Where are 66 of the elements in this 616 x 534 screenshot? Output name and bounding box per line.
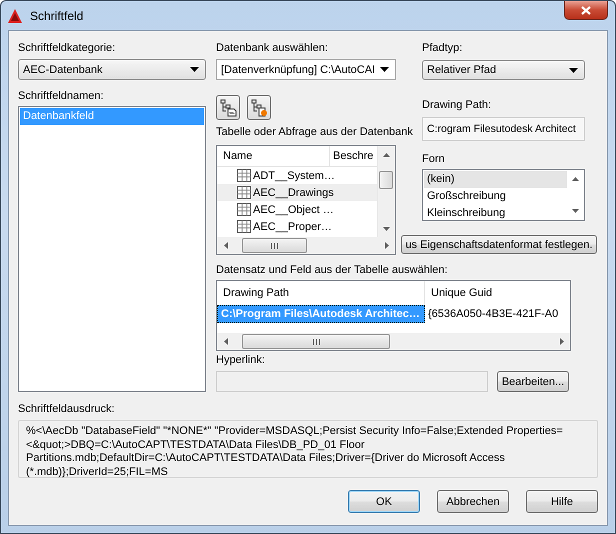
- dropdown[interactable]: [Datenverknüpfung] C:\AutoCAI: [216, 59, 396, 80]
- table[interactable]: Name Beschre ADT__System… AEC__Drawings AEC__Object … AEC__Proper…: [216, 145, 396, 255]
- caret-icon: [380, 67, 389, 72]
- field-label: Tabelle oder Abfrage aus der Datenbank: [216, 125, 413, 139]
- table-cell: AEC__Drawings: [253, 186, 334, 198]
- dropdown[interactable]: AEC-Datenbank: [18, 59, 206, 80]
- format-button[interactable]: us Eigenschaftsdatenformat festlegen.: [401, 235, 597, 254]
- left-arrow-icon: [224, 338, 228, 345]
- window-title: Schriftfeld: [30, 8, 84, 22]
- right-arrow-icon: [384, 242, 388, 249]
- table-row[interactable]: AEC__Drawings: [217, 184, 377, 201]
- field-label: Datenbank auswählen:: [216, 41, 328, 55]
- scrollbar[interactable]: [217, 333, 570, 350]
- scroll-thumb[interactable]: [242, 334, 390, 349]
- list-item[interactable]: (kein): [424, 171, 567, 188]
- column-header[interactable]: Name: [217, 146, 330, 166]
- tree-folder-icon: [219, 98, 237, 116]
- scroll-thumb[interactable]: [242, 238, 307, 253]
- field-label: Hyperlink:: [216, 353, 265, 367]
- scrollbar[interactable]: [377, 146, 395, 237]
- up-arrow-icon: [572, 177, 579, 181]
- table-row[interactable]: AEC__Object …: [217, 201, 377, 218]
- field-label: Datensatz und Feld aus der Tabelle auswählen:: [216, 263, 448, 277]
- down-arrow-icon: [572, 209, 579, 213]
- down-arrow-icon: [383, 226, 390, 230]
- table-cell: AEC__Object …: [253, 204, 334, 216]
- table-row[interactable]: AEC__Proper…: [217, 218, 377, 235]
- toolbar-button[interactable]: [216, 95, 240, 120]
- dialog-button[interactable]: Hilfe: [526, 490, 598, 513]
- column-header[interactable]: Unique Guid: [425, 281, 492, 305]
- field-label: Forn: [422, 152, 445, 166]
- field-label: Pfadtyp:: [422, 41, 462, 55]
- caret-icon: [190, 67, 199, 72]
- dropdown[interactable]: Relativer Pfad: [422, 60, 585, 80]
- scrollbar[interactable]: [217, 237, 395, 254]
- table-cell: AEC__Proper…: [253, 220, 332, 232]
- column-header[interactable]: Beschre: [330, 146, 377, 166]
- field-label: Schriftfeldausdruck:: [18, 402, 115, 416]
- left-arrow-icon: [224, 242, 228, 249]
- toolbar-button[interactable]: [247, 95, 271, 120]
- right-arrow-icon: [560, 338, 564, 345]
- table-icon: [237, 220, 251, 233]
- tree-document-star-icon: [250, 98, 268, 116]
- list-item[interactable]: Großschreibung: [424, 188, 567, 205]
- caret-icon: [569, 68, 578, 72]
- list-item[interactable]: Kleinschreibung: [424, 205, 567, 222]
- table-icon: [237, 186, 251, 199]
- app-icon: [7, 8, 23, 24]
- text-field[interactable]: C:rogram Filesutodesk Architect: [422, 117, 585, 141]
- table[interactable]: Drawing Path Unique Guid C:\Program Files\Autodesk Architec… {6536A050-4B3E-421F-A0: [216, 280, 571, 351]
- field-label: Drawing Path:: [422, 98, 492, 112]
- expression-text: %<\AecDb "DatabaseField" "*NONE*" "Provider=MSDASQL;Persist Security Info=False;Extended Properties=<&quot;>DBQ=C:\AutoCAPT\TESTDATA\Data Files\DB_PD_01 Floor Partitions.mdb;DefaultDir=C:\AutoCAPT\TESTDATA\Data Files;Driver={Driver do Microsoft Access (*.mdb)};DriverId=25;FIL=MS: [18, 420, 598, 478]
- table-cell[interactable]: {6536A050-4B3E-421F-A0: [425, 305, 570, 323]
- dialog-button[interactable]: OK: [348, 490, 420, 513]
- dialog-button[interactable]: Abbrechen: [437, 490, 509, 513]
- up-arrow-icon: [383, 152, 390, 156]
- list-box[interactable]: (kein) Großschreibung Kleinschreibung: [422, 169, 585, 221]
- close-button[interactable]: [564, 1, 608, 20]
- table-icon: [237, 203, 251, 216]
- table-icon: [237, 169, 251, 182]
- scroll-thumb[interactable]: [379, 171, 393, 189]
- table-row[interactable]: ADT__System…: [217, 167, 377, 184]
- field-label: Schriftfeldnamen:: [18, 89, 104, 103]
- close-icon: [581, 6, 591, 14]
- field-label: Schriftfeldkategorie:: [18, 41, 116, 55]
- table-cell: ADT__System…: [253, 170, 335, 182]
